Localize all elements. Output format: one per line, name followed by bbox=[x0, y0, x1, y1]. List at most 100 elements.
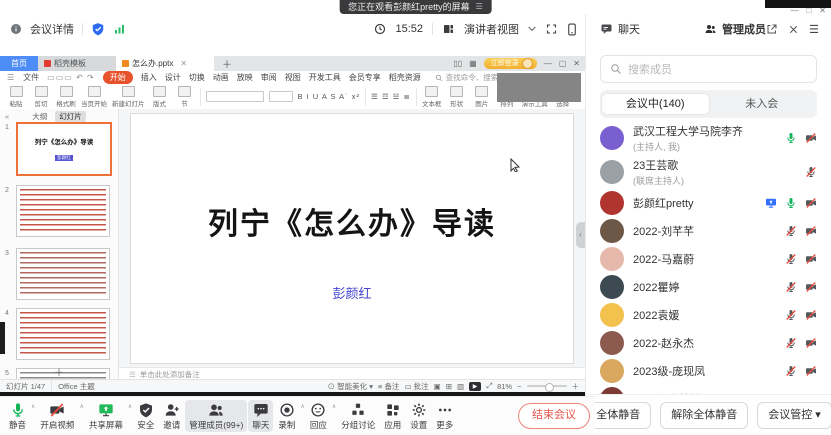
slide-thumbnail-2[interactable] bbox=[16, 185, 110, 237]
ribbon-group-新建幻灯片[interactable]: 新建幻灯片 bbox=[112, 86, 145, 108]
toolbar-members-button[interactable]: 管理成员(99+) bbox=[185, 400, 247, 432]
wps-menu-放映[interactable]: 放映 bbox=[237, 72, 253, 83]
wps-login-button[interactable]: 立即登录 bbox=[484, 58, 537, 69]
wps-menu-动画[interactable]: 动画 bbox=[213, 72, 229, 83]
panel-collapse-handle[interactable]: ‹ bbox=[576, 222, 585, 248]
view-normal-icon[interactable]: ▣ bbox=[434, 382, 441, 391]
wps-menu-视图[interactable]: 视图 bbox=[285, 72, 301, 83]
meeting-details-link[interactable]: 会议详情 bbox=[30, 21, 74, 37]
layout-view-icon[interactable] bbox=[442, 23, 455, 35]
mic-muted-icon[interactable] bbox=[785, 337, 797, 349]
toolbar-more-button[interactable]: 更多 bbox=[432, 400, 457, 432]
ribbon-group-形状[interactable]: 形状 bbox=[447, 86, 467, 108]
view-read-icon[interactable]: ▥ bbox=[457, 382, 464, 391]
phone-mode-icon[interactable] bbox=[567, 23, 577, 36]
mic-muted-icon[interactable] bbox=[785, 281, 797, 293]
wps-tab-docer[interactable]: 稻壳模板 bbox=[38, 56, 116, 71]
ribbon-group-文本框[interactable]: 文本框 bbox=[422, 86, 442, 108]
new-tab-button[interactable]: ＋ bbox=[214, 56, 240, 71]
toolbar-mic-button[interactable]: 静音 bbox=[5, 400, 30, 432]
caret-up-icon[interactable]: ∧ bbox=[128, 403, 132, 410]
toolbar-record-button[interactable]: 录制 bbox=[274, 400, 299, 432]
wps-file-menu[interactable]: 文件 bbox=[23, 72, 39, 83]
tab-chat[interactable]: 聊天 bbox=[600, 21, 640, 37]
cam-off-icon[interactable] bbox=[805, 253, 817, 265]
cam-off-icon[interactable] bbox=[805, 309, 817, 321]
wps-menu-稻壳资源[interactable]: 稻壳资源 bbox=[389, 72, 421, 83]
mic-muted-icon[interactable] bbox=[805, 166, 817, 178]
view-sorter-icon[interactable]: ⊞ bbox=[446, 382, 452, 391]
file-menu-icon[interactable]: ☰ bbox=[7, 73, 15, 82]
ribbon-group-版式[interactable]: 版式 bbox=[150, 86, 170, 108]
fullscreen-icon[interactable] bbox=[545, 23, 558, 35]
member-search-input[interactable]: 搜索成员 bbox=[600, 55, 817, 83]
wps-tab-document[interactable]: 怎么办.pptx ✕ bbox=[116, 56, 214, 71]
ribbon-group-剪切[interactable]: 剪切 bbox=[31, 86, 51, 108]
view-mode-selector[interactable]: 演讲者视图 bbox=[464, 21, 519, 37]
tab-close-icon[interactable]: ✕ bbox=[180, 59, 187, 68]
wps-menu-设计[interactable]: 设计 bbox=[165, 72, 181, 83]
current-slide[interactable]: 列宁《怎么办》导读 彭颜红 bbox=[130, 113, 574, 364]
security-shield-icon[interactable] bbox=[91, 22, 105, 36]
split-view-icon[interactable]: ▯▯ bbox=[453, 59, 462, 68]
zoom-out-button[interactable]: − bbox=[517, 382, 521, 391]
toolbar-settings-button[interactable]: 设置 bbox=[406, 400, 431, 432]
unmute-all-button[interactable]: 解除全体静音 bbox=[660, 402, 748, 429]
cam-off-icon[interactable] bbox=[805, 337, 817, 349]
toolbar-chat-button[interactable]: 聊天 bbox=[248, 400, 273, 432]
member-row[interactable]: 2022袁媛 bbox=[586, 301, 831, 329]
mic-muted-icon[interactable] bbox=[785, 225, 797, 237]
comments-button[interactable]: ▭ 批注 bbox=[404, 381, 428, 392]
screen-share-icon[interactable] bbox=[765, 197, 777, 209]
slide-thumbnail-3[interactable] bbox=[16, 248, 110, 300]
caret-up-icon[interactable]: ∧ bbox=[300, 403, 304, 410]
notes-button[interactable]: ≡ 备注 bbox=[378, 381, 399, 392]
end-meeting-button[interactable]: 结束会议 bbox=[518, 403, 590, 429]
toolbar-screen-share-green-button[interactable]: 共享屏幕 bbox=[85, 400, 127, 432]
wps-menu-插入[interactable]: 插入 bbox=[141, 72, 157, 83]
member-row[interactable]: 2022-赵永杰 bbox=[586, 329, 831, 357]
slide-thumbnail-1[interactable]: 列宁《怎么办》导读 彭颜红 bbox=[16, 122, 112, 176]
wps-menu-切换[interactable]: 切换 bbox=[189, 72, 205, 83]
fit-icon[interactable]: ⤢ bbox=[486, 381, 492, 391]
zoom-slider[interactable] bbox=[527, 385, 567, 387]
cam-off-icon[interactable] bbox=[805, 281, 817, 293]
info-icon[interactable] bbox=[10, 23, 22, 35]
toolbar-apps-button[interactable]: 应用 bbox=[380, 400, 405, 432]
zoom-slider-handle[interactable] bbox=[545, 383, 554, 392]
tab-manage-members[interactable]: 管理成员 bbox=[704, 21, 766, 37]
font-name-box[interactable] bbox=[206, 91, 264, 102]
mic-muted-icon[interactable] bbox=[785, 309, 797, 321]
mic-muted-icon[interactable] bbox=[785, 365, 797, 377]
member-row[interactable]: 2022瞿婷 bbox=[586, 273, 831, 301]
slides-tab[interactable]: 幻灯片 bbox=[55, 111, 86, 122]
network-signal-icon[interactable] bbox=[113, 23, 126, 35]
close-panel-icon[interactable] bbox=[788, 24, 799, 35]
popout-icon[interactable] bbox=[766, 23, 778, 35]
paragraph-buttons[interactable]: ☰ ☲ ☱ ≣ bbox=[371, 92, 411, 101]
wps-menu-开发工具[interactable]: 开发工具 bbox=[309, 72, 341, 83]
ribbon-group-图片[interactable]: 图片 bbox=[472, 86, 492, 108]
meeting-control-button[interactable]: 会议管控 ▾ bbox=[757, 402, 831, 429]
window-menu-icon[interactable]: ☰ bbox=[809, 23, 819, 36]
wps-maximize-button[interactable]: ▢ bbox=[559, 59, 567, 68]
collapse-panel-icon[interactable]: « bbox=[5, 112, 9, 121]
quick-access-icons[interactable]: ▭▭▭ ↶ ↷ bbox=[47, 73, 95, 82]
grid-icon[interactable]: ▦ bbox=[469, 59, 477, 68]
tab-not-joined[interactable]: 未入会 bbox=[709, 94, 816, 114]
member-row[interactable]: 2022-刘芊芊 bbox=[586, 217, 831, 245]
wps-menu-会员专享[interactable]: 会员专享 bbox=[349, 72, 381, 83]
beautify-button[interactable]: ⊙ 智能美化 ▾ bbox=[328, 381, 373, 392]
zoom-in-button[interactable]: ＋ bbox=[572, 381, 580, 392]
mic-on-icon[interactable] bbox=[785, 197, 797, 209]
toolbar-camera-off-button[interactable]: 开启视频 bbox=[36, 400, 78, 432]
ribbon-group-粘贴[interactable]: 粘贴 bbox=[6, 86, 26, 108]
outline-tab[interactable]: 大纲 bbox=[32, 111, 47, 122]
ribbon-group-节[interactable]: 节 bbox=[175, 86, 195, 108]
cam-off-icon[interactable] bbox=[805, 365, 817, 377]
slideshow-button[interactable]: ▶ bbox=[469, 382, 481, 391]
wps-close-button[interactable]: ✕ bbox=[573, 59, 580, 68]
member-row[interactable]: 彭颜红pretty bbox=[586, 189, 831, 217]
mic-muted-icon[interactable] bbox=[785, 253, 797, 265]
font-style-buttons[interactable]: B I U A S A˙ x² bbox=[298, 92, 361, 101]
